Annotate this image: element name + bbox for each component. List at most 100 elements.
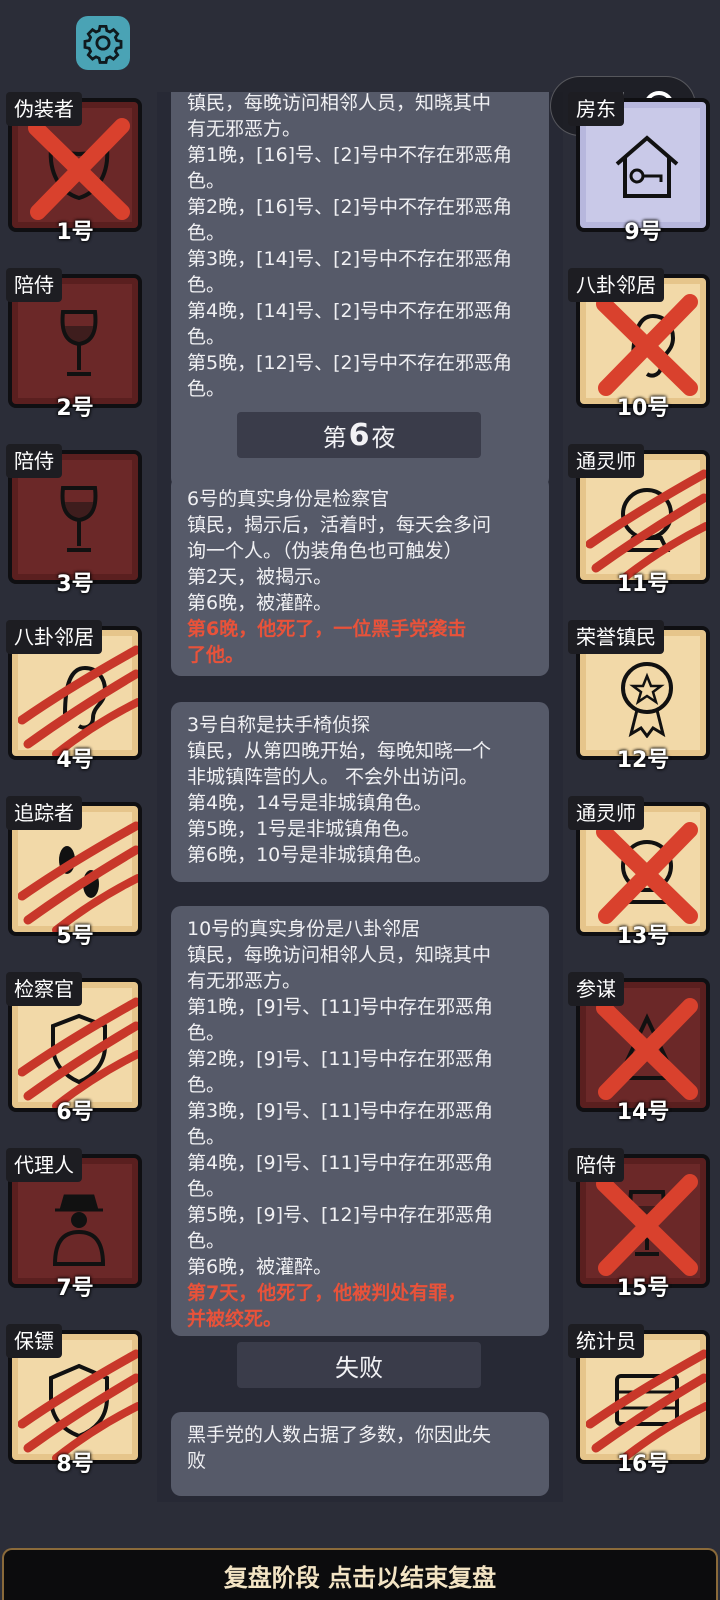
log-line: 第4晚，[14]号、[2]号中不存在邪恶角 xyxy=(187,300,513,322)
night-header-prefix: 第 xyxy=(322,423,347,452)
player-tile[interactable]: 统计员 16号 xyxy=(568,1324,710,1477)
player-tile[interactable]: 通灵师 13号 xyxy=(568,796,710,949)
log-line: 询一个人。（伪装角色也可触发） xyxy=(187,540,463,562)
player-number: 16号 xyxy=(616,1452,670,1477)
eliminated-x-mark xyxy=(596,294,698,396)
role-name-badge: 统计员 xyxy=(568,1324,644,1358)
night-header-number: 6 xyxy=(348,417,370,453)
log-card-prosecutor: 6号的真实身份是检察官 镇民，揭示后，活着时，每天会多问 询一个人。（伪装角色也可触… xyxy=(171,476,549,676)
role-name-badge: 房东 xyxy=(568,92,624,126)
claw-slash-mark xyxy=(18,1349,138,1460)
player-tile[interactable]: 房东 9号 xyxy=(568,92,710,245)
eliminated-x-mark xyxy=(596,998,698,1100)
log-line: 色。 xyxy=(187,326,226,348)
player-number: 6号 xyxy=(56,1100,94,1125)
wine-glass-icon xyxy=(60,310,98,376)
player-tile[interactable]: 荣誉镇民 12号 xyxy=(568,620,710,773)
night-header-suffix: 夜 xyxy=(371,423,396,452)
log-line: 第2天，被揭示。 xyxy=(187,566,333,588)
player-number: 13号 xyxy=(616,924,670,949)
log-line: 第4晚，[9]号、[11]号中存在邪恶角 xyxy=(187,1152,494,1174)
gear-icon xyxy=(83,24,123,64)
role-name-badge: 八卦邻居 xyxy=(568,268,664,302)
player-tile[interactable]: 检察官 6号 xyxy=(6,972,142,1125)
log-death-line: 了他。 xyxy=(187,644,245,666)
player-tile[interactable]: 参谋 14号 xyxy=(568,972,710,1125)
player-tile[interactable]: 伪装者 1号 xyxy=(6,92,142,245)
player-tile[interactable]: 代理人 7号 xyxy=(6,1148,142,1301)
player-number: 2号 xyxy=(56,396,94,421)
player-tile[interactable]: 保镖 8号 xyxy=(6,1324,142,1477)
player-number: 11号 xyxy=(616,572,670,597)
player-number: 9号 xyxy=(624,220,662,245)
eliminated-x-mark xyxy=(596,822,698,924)
role-name-badge: 通灵师 xyxy=(568,796,644,830)
log-line: 第6晚，被灌醉。 xyxy=(187,592,333,614)
player-number: 8号 xyxy=(56,1452,94,1477)
player-number: 10号 xyxy=(616,396,670,421)
claw-slash-mark xyxy=(586,1349,706,1460)
player-number: 4号 xyxy=(56,748,94,773)
role-name-badge: 陪侍 xyxy=(6,444,62,478)
claw-slash-mark xyxy=(18,821,138,932)
claw-slash-mark xyxy=(586,469,706,580)
player-number: 1号 xyxy=(56,220,94,245)
player-tile[interactable]: 陪侍 3号 xyxy=(6,444,142,597)
log-line: 色。 xyxy=(187,222,226,244)
end-review-label: 复盘阶段 点击以结束复盘 xyxy=(223,1563,497,1592)
log-card-result: 黑手党的人数占据了多数，你因此失败 xyxy=(171,1412,549,1496)
log-line: 第6晚，被灌醉。 xyxy=(187,1256,333,1278)
player-number: 15号 xyxy=(616,1276,670,1301)
player-tile[interactable]: 八卦邻居 10号 xyxy=(568,268,710,421)
player-tile[interactable]: 八卦邻居 4号 xyxy=(6,620,142,773)
log-card-gossip-neighbor: 10号的真实身份是八卦邻居 镇民，每晚访问相邻人员，知晓其中 有无邪恶方。 第1晚，[… xyxy=(171,906,549,1336)
role-name-badge: 检察官 xyxy=(6,972,82,1006)
log-line: 第1晚，[16]号、[2]号中不存在邪恶角 xyxy=(187,144,513,166)
medal-icon xyxy=(621,662,673,738)
role-name-badge: 荣誉镇民 xyxy=(568,620,664,654)
role-name-badge: 追踪者 xyxy=(6,796,82,830)
role-name-badge: 代理人 xyxy=(6,1148,82,1182)
log-line: 3号自称是扶手椅侦探 xyxy=(187,714,371,736)
log-line: 色。 xyxy=(187,1126,226,1148)
claw-slash-mark xyxy=(18,997,138,1108)
player-tile[interactable]: 追踪者 5号 xyxy=(6,796,142,949)
end-review-button[interactable]: 复盘阶段 点击以结束复盘 xyxy=(2,1548,718,1600)
log-line: 第5晚，[12]号、[2]号中不存在邪恶角 xyxy=(187,352,513,374)
result-header-label: 失败 xyxy=(335,1353,383,1382)
log-line: 色。 xyxy=(187,1178,226,1200)
role-name-badge: 参谋 xyxy=(568,972,624,1006)
log-line: 第3晚，[14]号、[2]号中不存在邪恶角 xyxy=(187,248,513,270)
game-log-panel[interactable]: 镇民，每晚访问相邻人员，知晓其中 有无邪恶方。 第1晚，[16]号、[2]号中不存在… xyxy=(157,92,563,1502)
player-tile[interactable]: 陪侍 2号 xyxy=(6,268,142,421)
wine-glass-icon xyxy=(60,486,98,552)
role-name-badge: 陪侍 xyxy=(568,1148,624,1182)
log-line: 镇民，每晚访问相邻人员，知晓其中 xyxy=(187,944,492,966)
player-tile[interactable]: 通灵师 11号 xyxy=(568,444,710,597)
settings-button[interactable] xyxy=(76,16,130,70)
player-number: 14号 xyxy=(616,1100,670,1125)
log-line: 色。 xyxy=(187,170,226,192)
log-death-line: 第7天，他死了，他被判处有罪， xyxy=(187,1282,467,1304)
role-name-badge: 陪侍 xyxy=(6,268,62,302)
eliminated-x-mark xyxy=(596,1174,698,1276)
log-line: 色。 xyxy=(187,274,226,296)
player-tile[interactable]: 陪侍 15号 xyxy=(568,1148,710,1301)
log-line: 第2晚，[9]号、[11]号中存在邪恶角 xyxy=(187,1048,494,1070)
log-line: 第5晚，[9]号、[12]号中存在邪恶角 xyxy=(187,1204,494,1226)
log-line: 镇民，从第四晚开始，每晚知晓一个 xyxy=(187,740,492,762)
log-line: 有无邪恶方。 xyxy=(187,970,302,992)
log-line: 第2晚，[16]号、[2]号中不存在邪恶角 xyxy=(187,196,513,218)
claw-slash-mark xyxy=(18,645,138,756)
log-line: 第4晚，14号是非城镇角色。 xyxy=(187,792,433,814)
player-number: 12号 xyxy=(616,748,670,773)
eliminated-x-mark xyxy=(28,118,130,220)
night-6-header: 第6夜 xyxy=(237,412,481,458)
log-line: 黑手党的人数占据了多数，你因此失 xyxy=(187,1424,492,1446)
log-line: 色。 xyxy=(187,378,226,400)
log-line: 有无邪恶方。 xyxy=(187,118,302,140)
log-line: 第6晚，10号是非城镇角色。 xyxy=(187,844,433,866)
role-name-badge: 保镖 xyxy=(6,1324,62,1358)
player-number: 5号 xyxy=(56,924,94,949)
log-line: 6号的真实身份是检察官 xyxy=(187,488,390,510)
